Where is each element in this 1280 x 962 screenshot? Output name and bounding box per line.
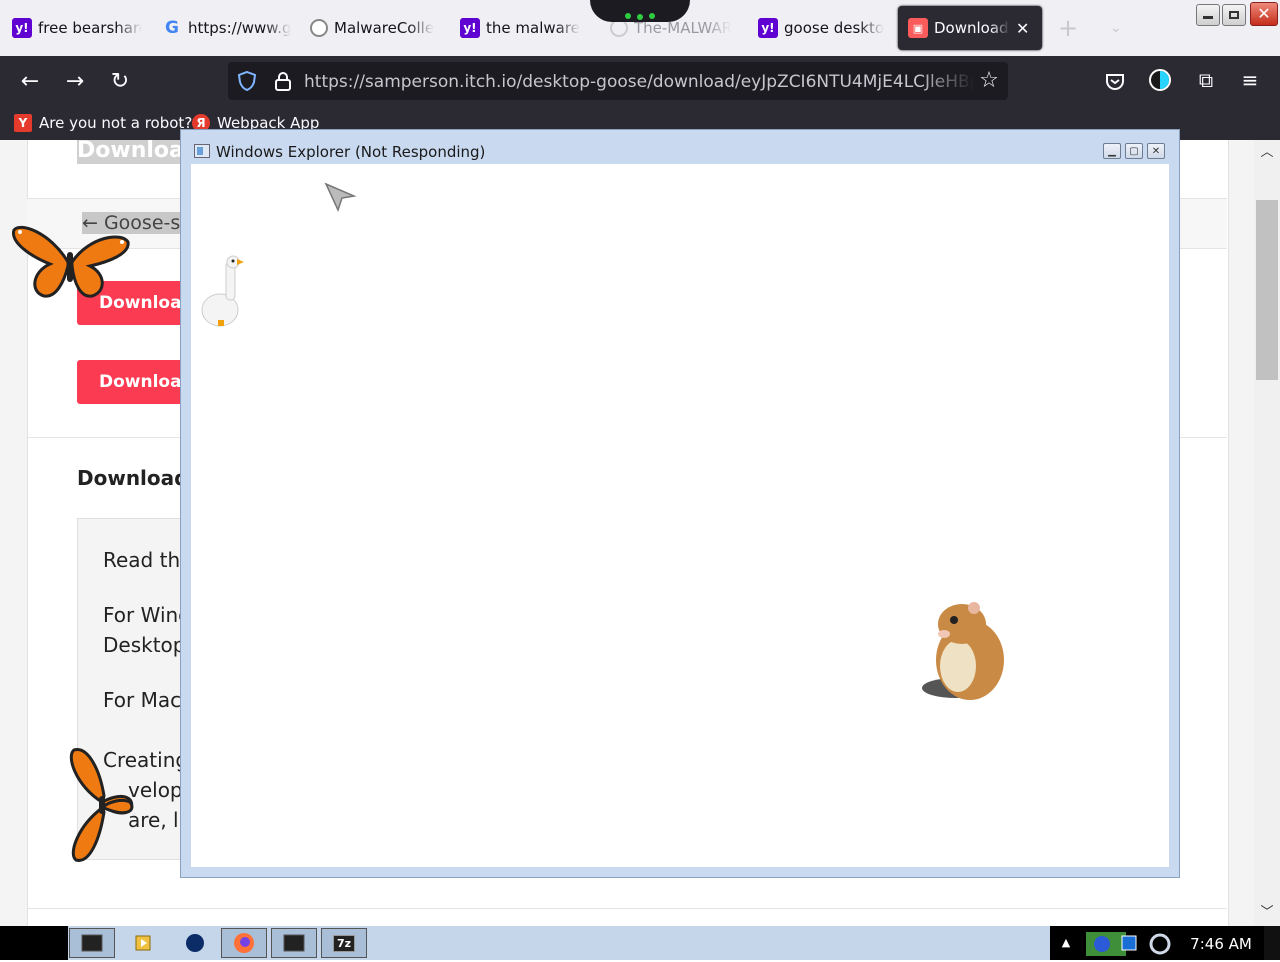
yandex-icon: Y <box>14 114 32 132</box>
green-dots-icon <box>624 6 656 20</box>
start-area[interactable] <box>0 926 68 960</box>
globe-icon <box>186 934 204 952</box>
taskbar-app-7zip[interactable]: 7z <box>321 928 367 958</box>
tab-title: https://www.g <box>188 19 292 37</box>
terminal-icon <box>81 934 103 952</box>
dialog-minimize-button[interactable]: ▁ <box>1103 143 1121 159</box>
scroll-up-chevron-icon[interactable]: ︿ <box>1258 144 1276 162</box>
butterfly-icon <box>10 222 130 304</box>
taskbar-app-cmd[interactable] <box>271 928 317 958</box>
reload-button[interactable]: ↻ <box>103 64 137 98</box>
lock-icon[interactable] <box>272 70 294 92</box>
url-text[interactable]: https://samperson.itch.io/desktop-goose/… <box>304 70 974 94</box>
terminal-icon <box>283 934 305 952</box>
yahoo-icon: y! <box>460 18 480 38</box>
firefox-icon <box>234 933 254 953</box>
arrow-left-icon: ← <box>20 68 40 94</box>
yahoo-icon: y! <box>12 18 32 38</box>
taskbar-clock[interactable]: 7:46 AM <box>1186 932 1256 956</box>
tray-icons[interactable] <box>1082 930 1182 958</box>
shield-icon[interactable] <box>236 70 258 92</box>
maximize-icon: ▢ <box>1129 145 1139 157</box>
tab-title: Download <box>934 19 1009 37</box>
dialog-client-area <box>191 164 1169 867</box>
github-icon <box>310 19 328 37</box>
bookmark-label: Are you not a robot? <box>39 114 193 132</box>
extension-theme-icon[interactable] <box>1148 68 1172 92</box>
taskbar-app-terminal[interactable] <box>69 928 115 958</box>
dialog-close-button[interactable]: ✕ <box>1147 143 1165 159</box>
arrow-right-icon: → <box>65 68 85 94</box>
tab-google[interactable]: G https://www.g <box>162 6 292 50</box>
mouse-pointer-icon <box>324 182 358 213</box>
google-icon: G <box>165 18 179 38</box>
tab-title: free bearshare <box>38 19 142 37</box>
scrollbar-thumb[interactable] <box>1256 200 1278 380</box>
tab-title: goose deskto <box>784 19 884 37</box>
minimize-icon: ▁ <box>1108 145 1116 157</box>
divider <box>27 908 1227 909</box>
taskbar-app-media[interactable] <box>120 928 166 958</box>
taskbar-app-firefox[interactable] <box>221 928 267 958</box>
tab-download-active[interactable]: ▣ Download ✕ <box>898 6 1042 50</box>
close-icon: ✕ <box>1257 4 1271 23</box>
yahoo-icon: y! <box>758 18 778 38</box>
extensions-puzzle-icon[interactable]: ⧉ <box>1194 68 1218 92</box>
new-tab-icon[interactable]: + <box>1058 14 1082 42</box>
close-icon: ✕ <box>1151 145 1161 157</box>
tab-list-chevron-down-icon[interactable]: ⌄ <box>1110 16 1130 40</box>
instruction-line: Desktop <box>103 633 186 657</box>
close-window-button[interactable]: ✕ <box>1250 2 1278 26</box>
tray-expand-chevron-up-icon[interactable]: ▲ <box>1058 934 1074 952</box>
dialog-title: Windows Explorer (Not Responding) <box>216 143 486 161</box>
bookmark-star-icon[interactable]: ☆ <box>976 68 1002 94</box>
window-app-icon <box>194 144 210 158</box>
tab-free-bearshare[interactable]: y! free bearshare <box>12 6 142 50</box>
hamburger-menu-icon[interactable]: ≡ <box>1238 68 1262 92</box>
tab-goose-desktop[interactable]: y! goose deskto <box>758 6 888 50</box>
tab-title: MalwareColle <box>334 19 435 37</box>
butterfly-icon <box>66 746 136 864</box>
tab-title: the malware <box>486 19 580 37</box>
media-player-icon <box>135 935 151 951</box>
scroll-down-chevron-icon[interactable]: ﹀ <box>1258 904 1276 922</box>
page-title: Downloa <box>77 140 181 164</box>
tab-the-malware[interactable]: y! the malware <box>460 6 590 50</box>
minimize-window-button[interactable] <box>1196 4 1220 26</box>
back-button[interactable]: ← <box>13 64 47 98</box>
bookmark-are-you-not-a-robot[interactable]: Y Are you not a robot? <box>14 110 192 136</box>
minimize-icon <box>1203 16 1213 19</box>
taskbar-app-globe[interactable] <box>172 928 218 958</box>
restore-icon <box>1229 11 1239 19</box>
instruction-line: For Winc <box>103 603 190 627</box>
tab-malwarecollection[interactable]: MalwareColle <box>310 6 440 50</box>
itchio-icon: ▣ <box>908 18 928 38</box>
hamster-icon <box>918 596 1010 704</box>
instruction-line: For Mac: <box>103 688 188 712</box>
restore-window-button[interactable] <box>1222 4 1246 26</box>
close-tab-icon[interactable]: ✕ <box>1016 19 1029 38</box>
dialog-maximize-button[interactable]: ▢ <box>1125 143 1143 159</box>
reload-icon: ↻ <box>110 68 130 94</box>
pocket-icon[interactable] <box>1104 70 1126 92</box>
goose-icon <box>196 252 246 332</box>
show-desktop-button[interactable] <box>1264 926 1280 960</box>
forward-button[interactable]: → <box>58 64 92 98</box>
7zip-icon: 7z <box>332 934 356 952</box>
